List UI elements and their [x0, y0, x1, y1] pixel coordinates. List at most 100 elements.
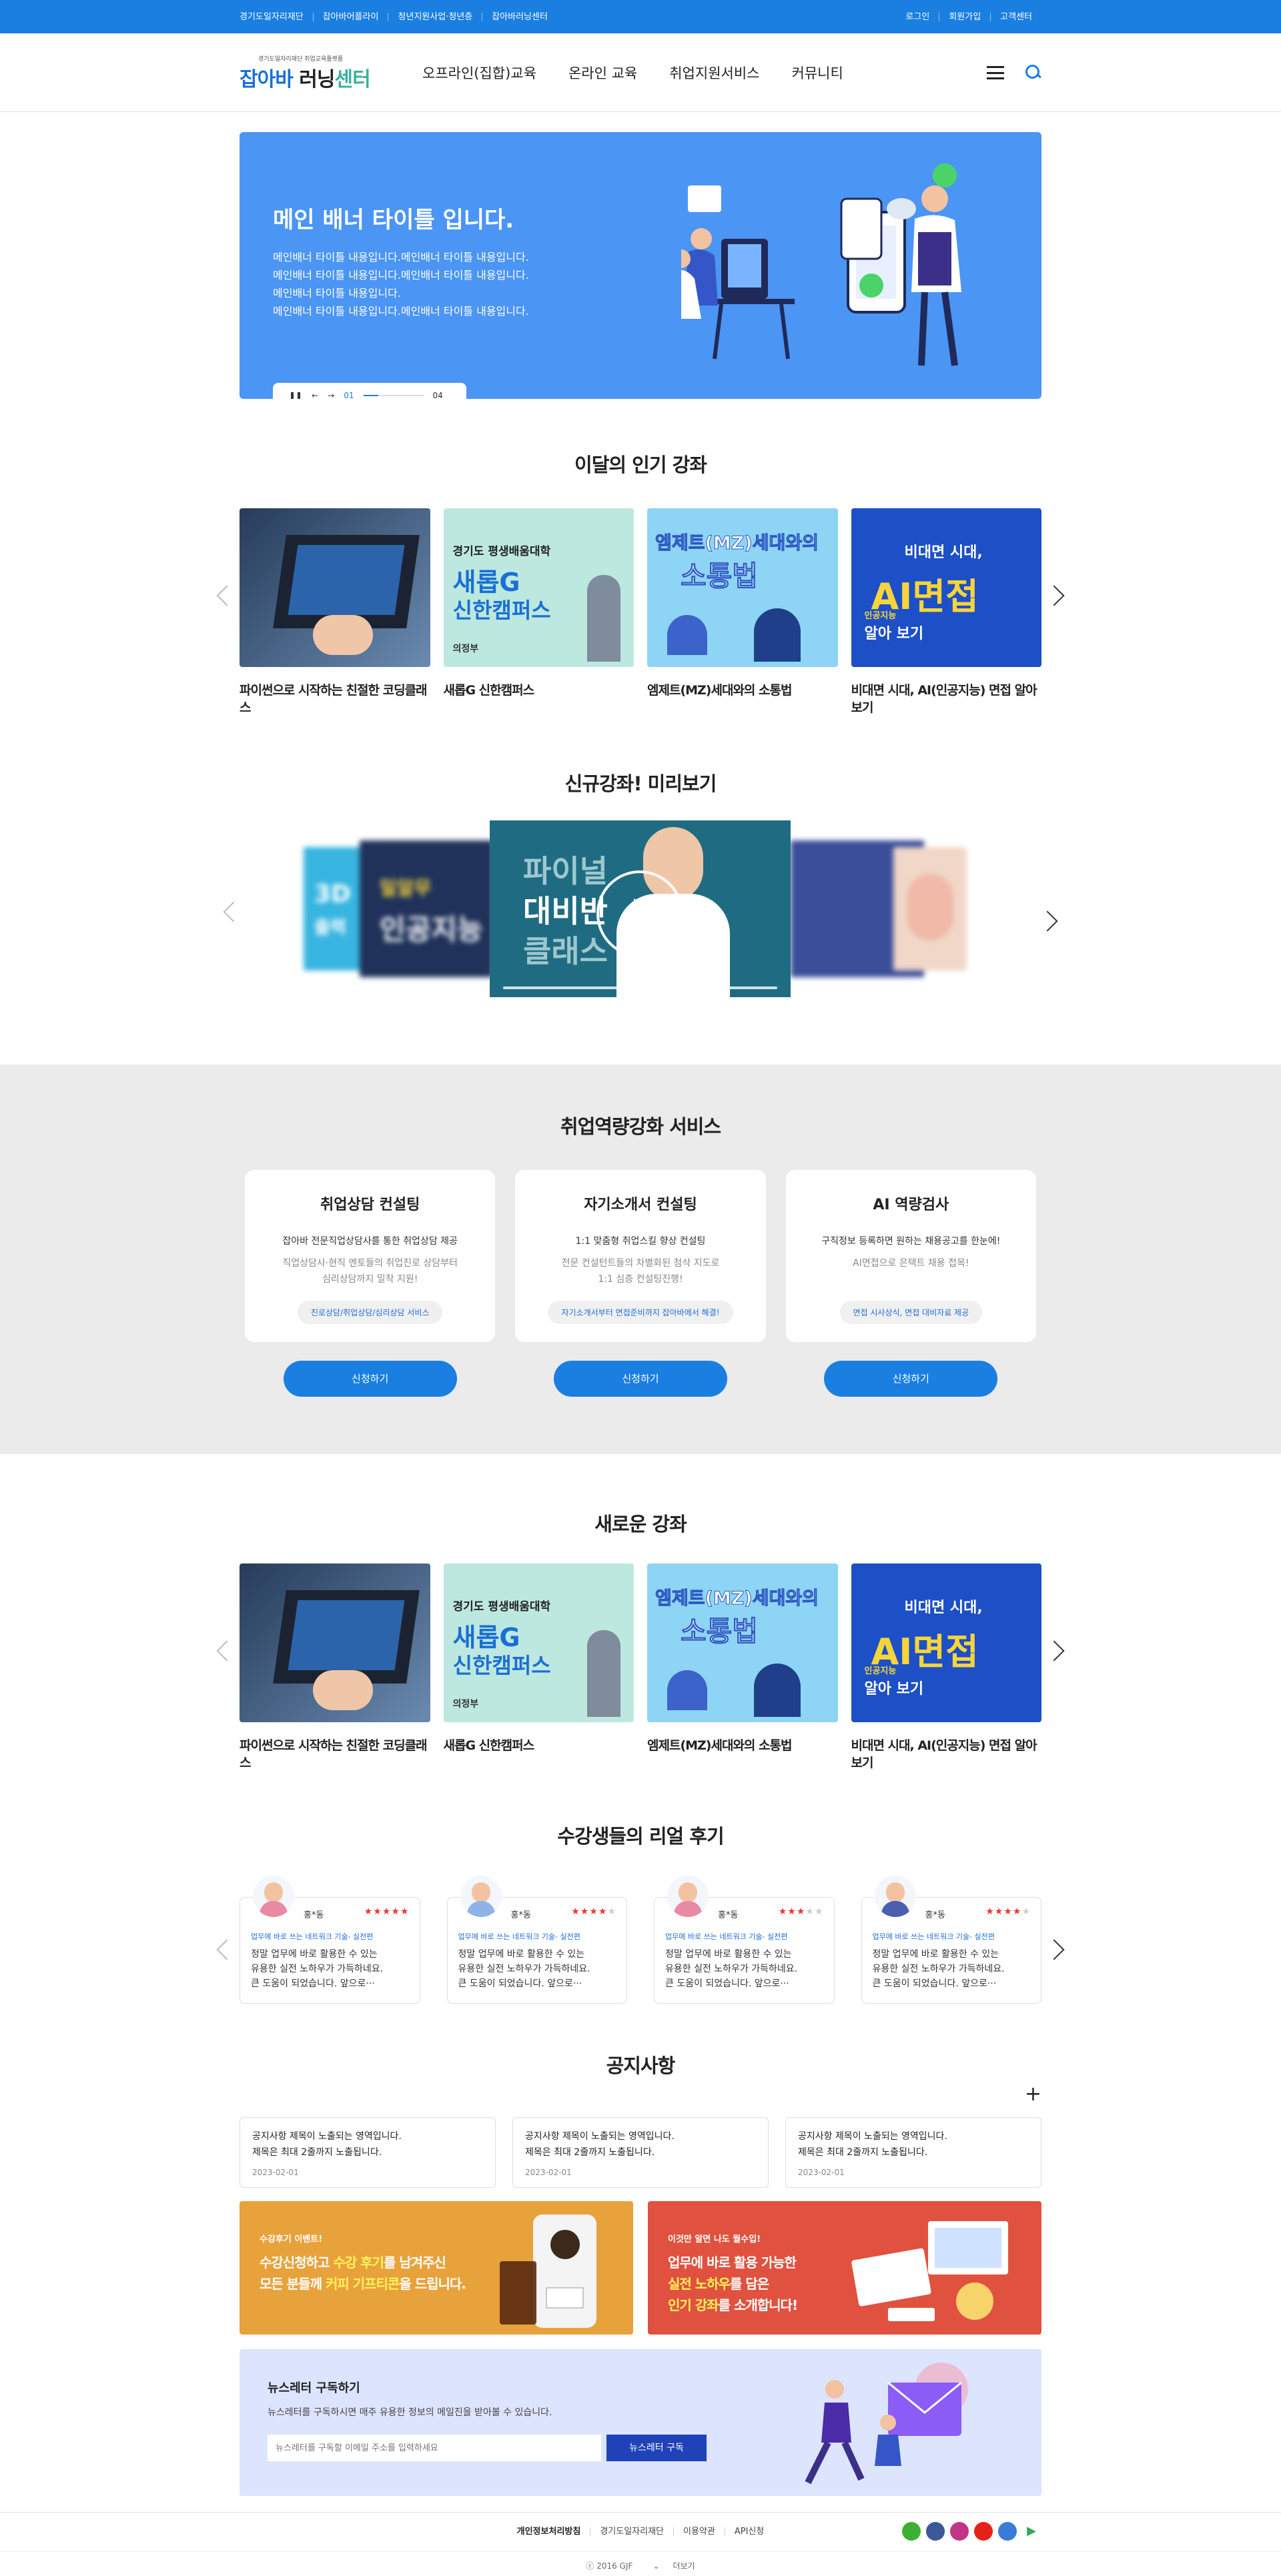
carousel-next-icon[interactable]	[1043, 585, 1065, 606]
support-link[interactable]: 고객센터	[990, 12, 1041, 21]
service-name: 자기소개서 컨설팅	[584, 1197, 697, 1213]
pause-icon[interactable]: ❚❚	[289, 391, 302, 399]
thumb-text: 비대면 시대,	[904, 544, 983, 561]
course-card[interactable]: 파이썬으로 시작하는 친절한 코딩클래스	[240, 508, 430, 716]
copyright: ⓒ 2016 GJF	[586, 2561, 633, 2571]
nav-online[interactable]: 온라인 교육	[568, 63, 637, 83]
facebook-icon[interactable]	[926, 2522, 945, 2541]
course-card[interactable]: 경기도 평생배움대학 새롭G 신한캠퍼스 의정부 새롭G 신한캠퍼스	[443, 508, 634, 716]
promo-small: 이것만 알면 나도 월수입!	[668, 2234, 761, 2244]
thumb-text: 알아 보기	[864, 626, 924, 642]
main-banner[interactable]: 메인 배너 타이틀 입니다. 메인배너 타이틀 내용입니다.메인배너 타이틀 내…	[240, 132, 1041, 399]
apply-button[interactable]: 신청하기	[553, 1361, 727, 1397]
apply-button[interactable]: 신청하기	[824, 1361, 998, 1397]
thumb-text: 비대면 시대,	[904, 1599, 983, 1616]
course-card[interactable]: 비대면 시대, AI면접 인공지능 알아 보기 비대면 시대, AI(인공지능)…	[851, 508, 1041, 716]
service-desc: 1:1 맞춤형 취업스킬 향상 컨설팅	[575, 1236, 706, 1247]
thumb-text: 알아 보기	[864, 1681, 924, 1698]
nav-offline[interactable]: 오프라인(집합)교육	[422, 63, 536, 83]
promo-highlight: 커피 기프티콘	[325, 2276, 400, 2292]
notice-more-button[interactable]: +	[1025, 2084, 1041, 2104]
notice-line: 공지사항 제목이 노출되는 영역입니다.	[525, 2131, 675, 2142]
menu-icon[interactable]	[987, 66, 1004, 79]
course-thumbnail-coding	[240, 1563, 430, 1722]
nav-community[interactable]: 커뮤니티	[791, 63, 843, 83]
course-card[interactable]: 비대면 시대, AI면접 인공지능 알아 보기 비대면 시대, AI(인공지능)…	[851, 1563, 1041, 1772]
reviewer-name: 홍*동	[925, 1910, 945, 1920]
newsletter-email-input[interactable]	[268, 2435, 601, 2461]
carousel-prev-icon[interactable]	[216, 585, 238, 606]
reviews-prev-icon[interactable]	[216, 1939, 238, 1960]
notice-line: 제목은 최대 2줄까지 노출됩니다.	[798, 2147, 928, 2158]
course-card[interactable]: 엠제트(MZ)세대와의 소통법 엠제트(MZ)세대와의 소통법	[647, 1563, 838, 1772]
play-icon[interactable]	[596, 870, 683, 957]
promo-banner-review-event[interactable]: 수강후기 이벤트! 수강신청하고 수강 후기를 남겨주신 모든 분들께 커피 기…	[240, 2201, 633, 2335]
video-progress[interactable]	[503, 987, 777, 989]
thumb-text: 소통법	[681, 560, 759, 593]
toplink-foundation[interactable]: 경기도일자리재단	[240, 13, 313, 21]
footer-link-terms[interactable]: 이용약관	[673, 2527, 725, 2536]
review-card[interactable]: 홍*동 ★★★★★ 업무에 바로 쓰는 네트워크 기술- 실전편 정말 업무에 바로 …	[861, 1876, 1041, 2004]
notice-date: 2023-02-01	[798, 2168, 845, 2177]
toplink-apply[interactable]: 잡아바어플라이	[312, 12, 388, 21]
reviews-next-icon[interactable]	[1043, 1939, 1065, 1960]
notice-item[interactable]: 공지사항 제목이 노출되는 영역입니다. 제목은 최대 2줄까지 노출됩니다. 20…	[512, 2117, 769, 2188]
preview-slide-side[interactable]: 밀알무 인공지능	[360, 840, 493, 977]
section-title-popular: 이달의 인기 강좌	[574, 454, 707, 476]
next-arrow-icon[interactable]: →	[328, 391, 334, 399]
toplink-youth[interactable]: 청년지원사업·청년층	[388, 12, 482, 21]
rating-stars-icon: ★★★★★	[364, 1906, 410, 1917]
apply-button[interactable]: 신청하기	[283, 1361, 457, 1397]
site-header: 경기도일자리재단 취업교육플랫폼 잡아바 러닝센터 오프라인(집합)교육 온라인…	[0, 33, 1281, 112]
review-card[interactable]: 홍*동 ★★★★★ 업무에 바로 쓰는 네트워크 기술- 실전편 정말 업무에 바로 …	[446, 1876, 627, 2004]
preview-slide-side[interactable]	[893, 847, 967, 971]
youtube-icon[interactable]	[974, 2522, 993, 2541]
nav-jobservice[interactable]: 취업지원서비스	[669, 63, 759, 83]
services-section: 취업역량강화 서비스 취업상담 컨설팅 잡아바 전문직업상담사를 통한 취업상담…	[0, 1065, 1281, 1454]
preview-next-icon[interactable]	[1037, 910, 1058, 932]
course-card[interactable]: 경기도 평생배움대학 새롭G 신한캠퍼스 의정부 새롭G 신한캠퍼스	[443, 1563, 634, 1772]
footer-link-privacy[interactable]: 개인정보처리방침	[508, 2527, 590, 2536]
appstore-icon[interactable]	[998, 2522, 1017, 2541]
footer-more[interactable]: 더보기	[673, 2561, 695, 2571]
newsletter-subscribe-button[interactable]: 뉴스레터 구독	[606, 2435, 707, 2461]
review-card[interactable]: 홍*동 ★★★★★ 업무에 바로 쓰는 네트워크 기술- 실전편 정말 업무에 바로 …	[240, 1876, 420, 2004]
search-icon[interactable]	[1025, 65, 1041, 81]
promo-banner-popular-course[interactable]: 이것만 알면 나도 월수입! 업무에 바로 활용 가능한 실전 노하우를 담은 …	[648, 2201, 1041, 2335]
site-logo[interactable]: 경기도일자리재단 취업교육플랫폼 잡아바 러닝센터	[240, 54, 386, 92]
carousel-next-icon[interactable]	[1043, 1640, 1065, 1662]
chevron-down-icon[interactable]: ⌄	[653, 2561, 659, 2571]
promo-small: 수강후기 이벤트!	[260, 2234, 323, 2244]
preview-video-main[interactable]: 파이널 대비반 클래스	[490, 820, 791, 997]
course-card[interactable]: 파이썬으로 시작하는 친절한 코딩클래스	[240, 1563, 430, 1772]
signup-link[interactable]: 회원가입	[939, 12, 990, 21]
coffee-phone-illustration	[500, 2214, 596, 2328]
preview-prev-icon[interactable]	[223, 901, 244, 922]
login-link[interactable]: 로그인	[905, 13, 939, 21]
instagram-icon[interactable]	[950, 2522, 969, 2541]
thumb-text: 인공지능	[864, 1666, 897, 1676]
footer-link-foundation[interactable]: 경기도일자리재단	[590, 2527, 673, 2536]
review-text: 유용한 실전 노하우가 가득하네요.	[665, 1964, 798, 1974]
reviewer-name: 홍*동	[304, 1910, 324, 1920]
avatar	[253, 1876, 294, 1917]
review-card[interactable]: 홍*동 ★★★★★ 업무에 바로 쓰는 네트워크 기술- 실전편 정말 업무에 바로 …	[654, 1876, 835, 2004]
thumb-text: 새롭G	[452, 1623, 520, 1652]
review-text: 큰 도움이 되었습니다. 앞으로···	[872, 1978, 997, 1989]
footer-link-api[interactable]: API신청	[724, 2527, 774, 2536]
notice-item[interactable]: 공지사항 제목이 노출되는 영역입니다. 제목은 최대 2줄까지 노출됩니다. 20…	[785, 2117, 1041, 2188]
course-card[interactable]: 엠제트(MZ)세대와의 소통법 엠제트(MZ)세대와의 소통법	[647, 508, 838, 716]
talk-icon[interactable]	[902, 2522, 921, 2541]
carousel-prev-icon[interactable]	[216, 1640, 238, 1662]
prev-arrow-icon[interactable]: ←	[312, 391, 318, 399]
service-card: 취업상담 컨설팅 잡아바 전문직업상담사를 통한 취업상담 제공 직업상담사·현…	[245, 1170, 496, 1397]
googleplay-icon[interactable]: ▶	[1022, 2522, 1041, 2541]
main-nav: 오프라인(집합)교육 온라인 교육 취업지원서비스 커뮤니티	[422, 63, 843, 83]
logo-part-b: 러닝	[292, 67, 335, 91]
course-thumbnail-campus: 경기도 평생배움대학 새롭G 신한캠퍼스 의정부	[443, 508, 634, 667]
notice-item[interactable]: 공지사항 제목이 노출되는 영역입니다. 제목은 최대 2줄까지 노출됩니다. 20…	[240, 2117, 496, 2188]
rating-stars-icon: ★★★★★	[778, 1906, 824, 1917]
thumb-text: 출력	[314, 918, 346, 938]
toplink-learning[interactable]: 잡아바러닝센터	[482, 12, 557, 21]
service-tag: 진로상담/취업상담/심리상담 서비스	[297, 1301, 443, 1324]
